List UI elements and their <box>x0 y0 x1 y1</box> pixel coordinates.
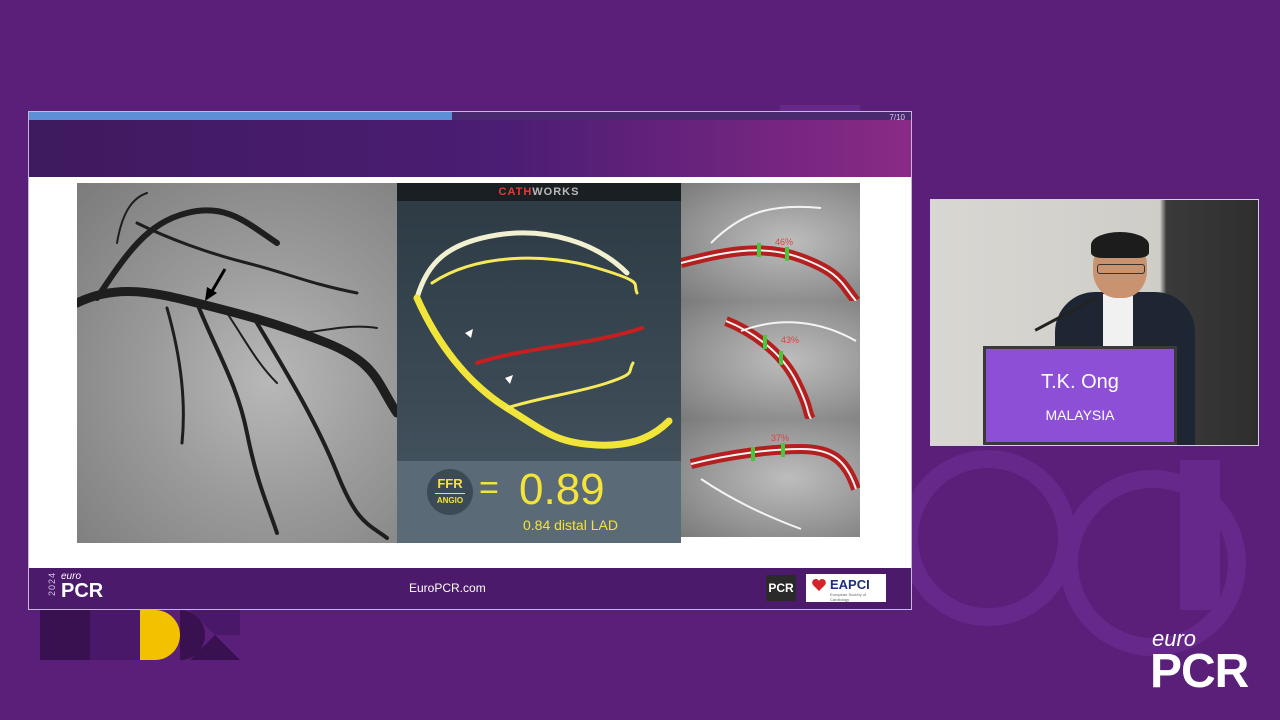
triangle-marker-icon <box>505 375 513 384</box>
angiogram-thumb-1: 46% <box>681 183 860 301</box>
eapci-logo-text: EAPCI <box>830 577 870 592</box>
eapci-logo: EAPCI European Society of Cardiology <box>806 574 886 602</box>
podium: T.K. Ong MALAYSIA <box>983 346 1177 445</box>
ffr-angio-badge: FFR ANGIO <box>427 469 473 515</box>
page-indicator: 7/10 <box>889 113 905 122</box>
slide-header: 7/10 <box>29 112 911 177</box>
cathworks-panel: CATHWORKS FFR ANGIO = 0.89 0.84 distal L… <box>397 183 681 543</box>
bg-decor-bar <box>1180 460 1220 610</box>
ffr-label: FFR <box>437 476 463 491</box>
footer-url-link[interactable]: EuroPCR.com <box>409 581 486 595</box>
stenosis-label: 46% <box>775 237 793 247</box>
glasses-icon <box>1097 264 1145 274</box>
speaker-name: T.K. Ong <box>1041 371 1119 393</box>
eapci-logo-subtext: European Society of Cardiology <box>830 592 867 602</box>
stenosis-label: 37% <box>771 433 789 443</box>
ffr-divider <box>435 493 465 494</box>
speaker-hair <box>1091 232 1149 258</box>
footer-year: 2024 <box>47 572 57 597</box>
presentation-slide: 7/10 CATHWORKS FFR ANGIO = 0.89 0.84 dis… <box>28 111 912 610</box>
angio-label: ANGIO <box>436 496 464 505</box>
ffr-subtext: 0.84 distal LAD <box>523 517 618 533</box>
corner-logo-pcr: PCR <box>1150 645 1249 698</box>
arrow-icon <box>205 268 227 301</box>
stenosis-label: 43% <box>781 335 799 345</box>
speaker-country: MALAYSIA <box>1045 407 1115 423</box>
ffr-result-box: FFR ANGIO = 0.89 0.84 distal LAD <box>397 461 681 543</box>
triangle-marker-icon <box>465 329 473 338</box>
pcr-badge-logo: PCR <box>766 575 796 601</box>
europcr-logo-pcr: PCR <box>61 580 104 602</box>
speaker-shirt <box>1103 294 1133 354</box>
slide-footer: 2024 euro PCR EuroPCR.com PCR EAPCI Euro… <box>29 568 911 609</box>
angiogram-thumb-2: 43% <box>681 301 860 419</box>
progress-fill <box>29 112 453 120</box>
speaker-video: T.K. Ong MALAYSIA <box>930 199 1259 446</box>
equals-sign: = <box>479 469 499 507</box>
heart-icon <box>812 579 826 591</box>
bg-decor-circle <box>900 450 1076 626</box>
decorative-shapes <box>40 610 240 660</box>
progress-bar <box>29 112 911 120</box>
ffr-value: 0.89 <box>519 465 605 514</box>
angiogram-image <box>77 183 397 543</box>
angiogram-thumb-3: 37% <box>681 419 860 537</box>
